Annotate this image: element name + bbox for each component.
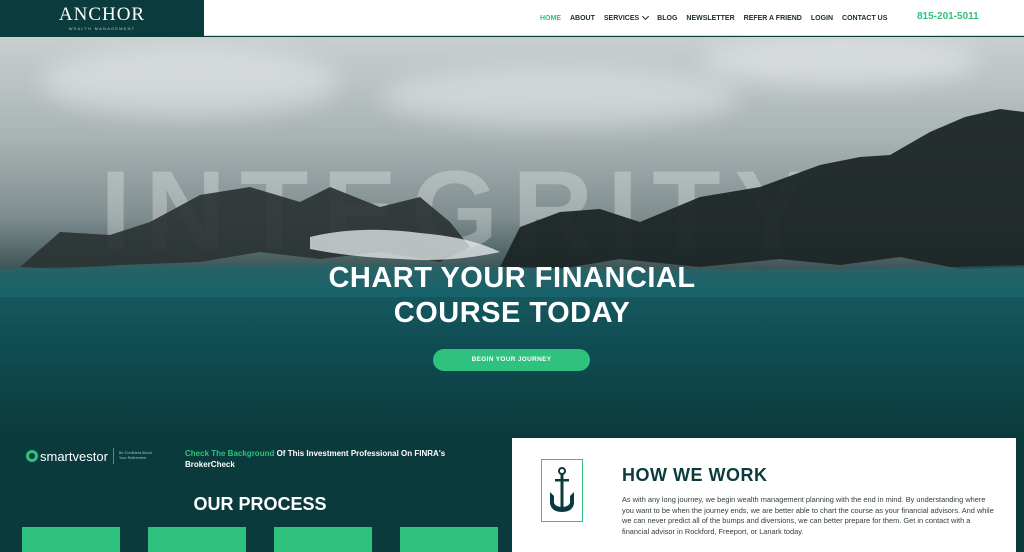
- hero-title: CHART YOUR FINANCIAL COURSE TODAY: [0, 261, 1024, 331]
- process-card[interactable]: [22, 527, 120, 552]
- logo[interactable]: ANCHOR WEALTH MANAGEMENT: [0, 0, 204, 36]
- hero-title-line-1: CHART YOUR FINANCIAL: [328, 262, 696, 294]
- hero-title-line-2: COURSE TODAY: [393, 297, 631, 329]
- begin-journey-button[interactable]: BEGIN YOUR JOURNEY: [433, 349, 590, 371]
- site-header: ANCHOR WEALTH MANAGEMENT HOME ABOUT SERV…: [0, 0, 1024, 36]
- nav-services-label: SERVICES: [603, 14, 640, 22]
- process-card[interactable]: [400, 527, 498, 552]
- logo-text: ANCHOR: [58, 3, 146, 25]
- our-process-title: OUR PROCESS: [193, 494, 327, 514]
- nav-services[interactable]: SERVICES: [603, 12, 650, 22]
- process-card[interactable]: [148, 527, 246, 552]
- smartvestor-tagline: Be Confident About Your Retirement: [118, 451, 152, 460]
- nav-contact-us[interactable]: CONTACT US: [842, 15, 887, 22]
- nav-blog[interactable]: BLOG: [657, 15, 677, 22]
- phone-number[interactable]: 815-201-5011: [917, 11, 979, 22]
- smartvestor-icon: [26, 450, 38, 462]
- anchor-icon: [550, 466, 574, 512]
- main-nav: HOME ABOUT SERVICES BLOG NEWSLETTER REFE…: [540, 0, 887, 36]
- nav-about[interactable]: ABOUT: [570, 15, 595, 22]
- brokercheck-notice: Check The Background Of This Investment …: [185, 448, 485, 470]
- hero-banner: INTEGRITY CHART YOUR FINANCIAL COURSE TO…: [0, 37, 1024, 437]
- logo-subtitle: WEALTH MANAGEMENT: [68, 25, 136, 31]
- nav-newsletter[interactable]: NEWSLETTER: [686, 15, 734, 22]
- smartvestor-logo[interactable]: smartvestor Be Confident About Your Reti…: [26, 448, 153, 464]
- how-we-work-panel: HOW WE WORK As with any long journey, we…: [512, 438, 1016, 552]
- nav-refer-a-friend[interactable]: REFER A FRIEND: [744, 15, 802, 22]
- smartvestor-name: smartvestor: [40, 448, 108, 464]
- chevron-down-icon: [642, 12, 650, 21]
- anchor-icon-box: [541, 459, 583, 522]
- nav-login[interactable]: LOGIN: [811, 15, 833, 22]
- nav-home[interactable]: HOME: [540, 15, 561, 22]
- process-card[interactable]: [274, 527, 372, 552]
- how-we-work-body: As with any long journey, we begin wealt…: [622, 495, 994, 536]
- divider: [112, 448, 114, 464]
- check-background-link[interactable]: Check The Background: [185, 449, 274, 458]
- rocks-and-waves-image: [0, 109, 1024, 297]
- how-we-work-title: HOW WE WORK: [622, 465, 768, 485]
